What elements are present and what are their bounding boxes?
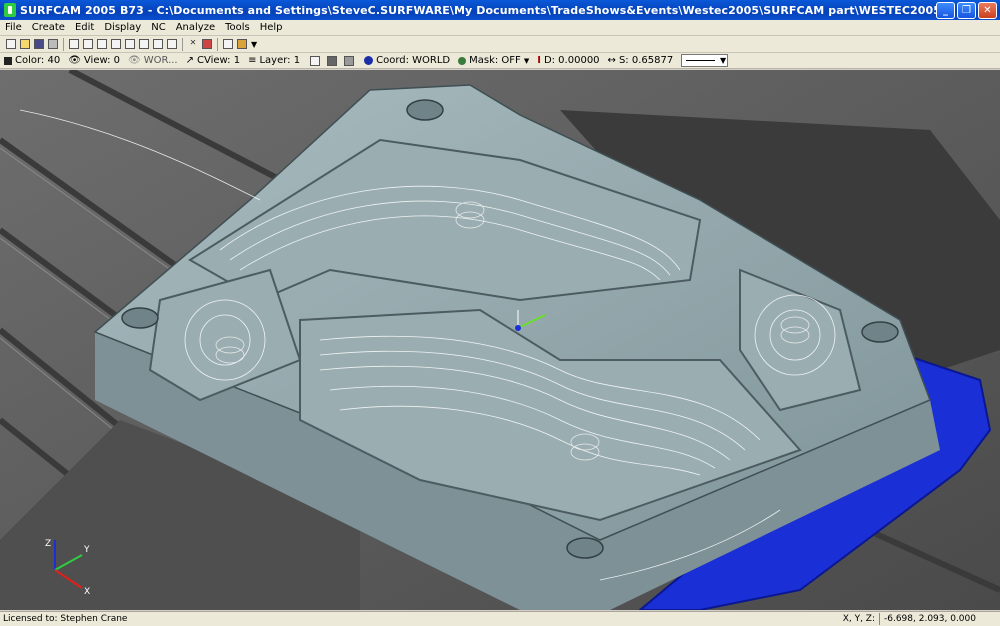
toolbar-separator: [182, 37, 183, 51]
menu-file[interactable]: File: [0, 22, 27, 33]
chevron-down-icon: ▼: [720, 56, 727, 65]
chevron-down-icon: ▼: [523, 56, 530, 65]
chevron-down-icon[interactable]: ▼: [251, 40, 257, 49]
pan-icon[interactable]: [125, 39, 135, 49]
step-label: S: 0.65877: [618, 55, 674, 66]
zoom-in-icon[interactable]: [83, 39, 93, 49]
close-button[interactable]: ✕: [978, 1, 997, 19]
world-label: WOR...: [143, 55, 178, 66]
solid-icon[interactable]: [344, 55, 355, 66]
rotate-icon[interactable]: [139, 39, 149, 49]
xyz-label: X, Y, Z:: [842, 614, 875, 624]
eye-icon: 👁: [128, 55, 141, 66]
line-style-select[interactable]: ▼: [681, 54, 729, 67]
window-controls: _ ❐ ✕: [936, 1, 997, 19]
layer-tools: [308, 55, 356, 66]
triad-z-label: Z: [45, 539, 51, 549]
depth-label: D: 0.00000: [543, 55, 600, 66]
menu-nc[interactable]: NC: [146, 22, 170, 33]
view-setting[interactable]: 👁 View: 0: [68, 55, 120, 66]
main-toolbar: ✕ ▼: [0, 36, 1000, 53]
zoom-window-icon[interactable]: [69, 39, 79, 49]
cview-setting[interactable]: ↗ CView: 1: [186, 55, 240, 66]
app-icon[interactable]: [4, 3, 16, 17]
model-view: Z Y X: [0, 70, 1000, 610]
layer-setting[interactable]: ≡ Layer: 1: [248, 55, 300, 66]
menu-analyze[interactable]: Analyze: [171, 22, 220, 33]
settings-toolbar: Color: 40 👁 View: 0 👁 WOR... ↗ CView: 1 ≡ La…: [0, 53, 1000, 69]
shade-icon[interactable]: [223, 39, 233, 49]
zoom-all-icon[interactable]: [111, 39, 121, 49]
menu-bar: File Create Edit Display NC Analyze Tool…: [0, 20, 1000, 36]
maximize-button[interactable]: ❐: [957, 1, 976, 19]
minimize-button[interactable]: _: [936, 1, 955, 19]
coord-setting[interactable]: Coord: WORLD: [364, 55, 450, 66]
open-folder-icon[interactable]: [20, 39, 30, 49]
fit-icon[interactable]: [153, 39, 163, 49]
print-icon[interactable]: [48, 39, 58, 49]
depth-icon: I: [537, 55, 541, 66]
menu-create[interactable]: Create: [27, 22, 70, 33]
triad-x-label: X: [84, 587, 90, 597]
layer-label: Layer: 1: [259, 55, 301, 66]
depth-setting[interactable]: I D: 0.00000: [537, 55, 599, 66]
color-swatch-icon: [4, 56, 12, 65]
eye-icon: 👁: [68, 55, 81, 66]
copy-layer-icon[interactable]: [310, 55, 321, 66]
zoom-out-icon[interactable]: [97, 39, 107, 49]
mask-label: Mask: OFF: [469, 55, 521, 66]
color-setting[interactable]: Color: 40: [4, 55, 60, 66]
delete-icon[interactable]: ✕: [188, 39, 198, 49]
step-setting[interactable]: ↔ S: 0.65877: [608, 55, 674, 66]
menu-display[interactable]: Display: [99, 22, 146, 33]
status-bar: Licensed to: Stephen Crane X, Y, Z: -6.6…: [0, 611, 1000, 626]
toolbar-separator: [217, 37, 218, 51]
layer-icon: ≡: [248, 55, 257, 66]
save-icon[interactable]: [34, 39, 44, 49]
mask-setting[interactable]: Mask: OFF ▼: [458, 55, 529, 66]
world-setting[interactable]: 👁 WOR...: [128, 55, 178, 66]
globe-icon: [364, 56, 374, 65]
toolbar-separator: [63, 37, 64, 51]
license-text: Licensed to: Stephen Crane: [3, 614, 128, 624]
title-bar: SURFCAM 2005 B73 - C:\Documents and Sett…: [0, 0, 1000, 20]
mask-icon: [458, 56, 467, 65]
paint-brush-icon[interactable]: [237, 39, 247, 49]
erase-icon[interactable]: [202, 39, 212, 49]
color-label: Color: 40: [15, 55, 61, 66]
menu-tools[interactable]: Tools: [220, 22, 255, 33]
step-icon: ↔: [607, 55, 616, 66]
cview-icon: ↗: [185, 55, 194, 66]
graphics-viewport[interactable]: Z Y X: [0, 70, 1000, 610]
menu-help[interactable]: Help: [255, 22, 288, 33]
view-label: View: 0: [83, 55, 121, 66]
cview-label: CView: 1: [197, 55, 241, 66]
triad-y-label: Y: [83, 545, 90, 555]
new-file-icon[interactable]: [6, 39, 16, 49]
window-title: SURFCAM 2005 B73 - C:\Documents and Sett…: [20, 3, 936, 17]
coord-label: Coord: WORLD: [376, 55, 451, 66]
box-icon[interactable]: [327, 55, 338, 66]
menu-edit[interactable]: Edit: [70, 22, 99, 33]
xyz-readout: -6.698, 2.093, 0.000: [879, 613, 1000, 625]
select-icon[interactable]: [167, 39, 177, 49]
